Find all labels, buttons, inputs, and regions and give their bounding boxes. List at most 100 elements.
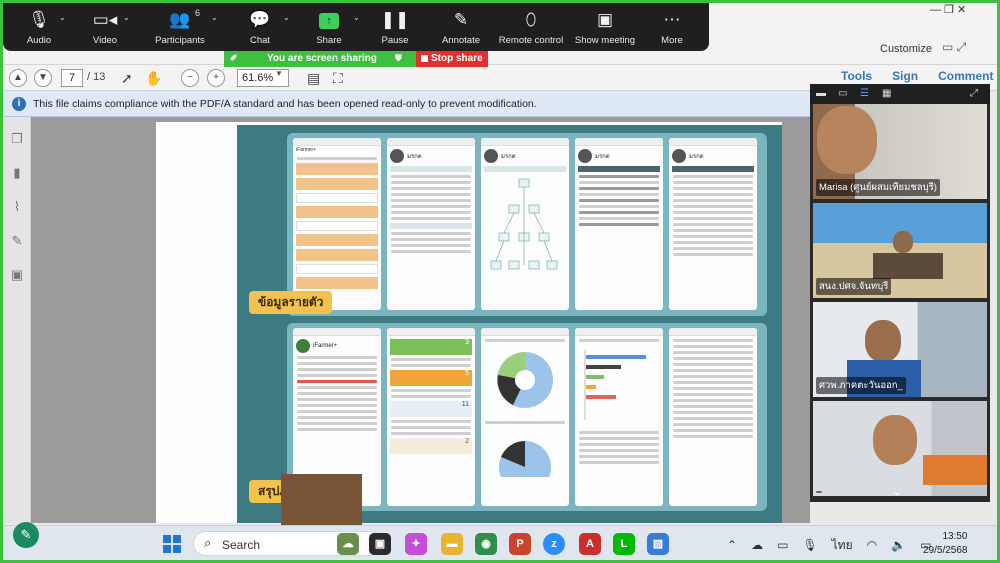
bookmark-icon[interactable]: ▮ — [9, 165, 25, 181]
sign-link[interactable]: Sign — [892, 69, 918, 83]
video-tile[interactable] — [813, 401, 987, 496]
participant-face — [893, 231, 913, 253]
task-view-icon[interactable]: ▣ — [369, 533, 391, 555]
pie-chart-graphic — [497, 352, 553, 408]
layers-icon[interactable]: ▣ — [9, 267, 25, 283]
windows-taskbar: ⌕ Search ☁ ▣ ✦ ▬ ◉ P z A L ▧ ⌃ ☁ ▭ 🎙 ไทย ◠ 🔈 ▭ … — [3, 525, 997, 560]
attachment-icon[interactable]: ⌇ — [9, 199, 25, 215]
fit-page-icon[interactable]: ▤ — [307, 70, 320, 87]
info-icon: i — [12, 97, 26, 111]
comment-link[interactable]: Comment — [938, 69, 993, 83]
fullscreen-icon[interactable]: ⛶ — [333, 70, 343, 87]
weather-widget-icon[interactable]: ☁ — [337, 533, 359, 555]
video-tile[interactable]: Marisa (ศูนย์ผสมเทียมชลบุรี) — [813, 104, 987, 199]
tools-link[interactable]: Tools — [841, 69, 872, 83]
chevron-up-icon[interactable]: ⌄ — [283, 13, 290, 22]
chevron-up-icon[interactable]: ⌄ — [59, 13, 66, 22]
window-controls[interactable]: — ❐ ✕ — [930, 3, 966, 16]
chevron-down-icon[interactable]: ⌄ — [892, 484, 902, 498]
gallery-view-icon[interactable]: ▦ — [882, 88, 894, 99]
stop-icon — [421, 54, 428, 62]
powerpoint-icon[interactable]: P — [509, 533, 531, 555]
phone-screen-pedigree: มรกต — [481, 138, 569, 310]
acrobat-icon[interactable]: A — [579, 533, 601, 555]
gallery-header: ▬ ▭ ☰ ▦ ⤢ — [810, 84, 990, 104]
sharing-status-text: You are screen sharing — [267, 53, 377, 64]
prev-page-icon[interactable]: ▲ — [9, 69, 27, 87]
chevron-up-icon[interactable]: ⌄ — [211, 13, 218, 22]
participant-name: Marisa (ศูนย์ผสมเทียมชลบุรี) — [816, 179, 940, 196]
clock[interactable]: 13:50 29/5/2568 — [923, 530, 968, 558]
document-area[interactable]: iFarmer+ มรกต มรกต มรกต มรกต ข้อมูลรายตั… — [31, 117, 810, 528]
page-number-input[interactable]: 7 — [61, 69, 83, 87]
pdf-page: iFarmer+ มรกต มรกต มรกต มรกต ข้อมูลรายตั… — [156, 122, 782, 528]
remote-control-button[interactable]: ⬯ Remote control — [496, 7, 566, 46]
phone-screen: มรกต — [669, 138, 757, 310]
participant-face — [865, 320, 901, 362]
chrome-icon[interactable]: ◉ — [475, 533, 497, 555]
pause-button[interactable]: ❚❚ Pause — [360, 7, 430, 46]
zoom-app-icon[interactable]: z — [543, 533, 565, 555]
line-app-icon[interactable]: L — [613, 533, 635, 555]
system-tray: ⌃ ☁ ▭ 🎙 ไทย ◠ 🔈 ▭ — [727, 536, 945, 555]
cast-icon[interactable]: ▭ — [777, 538, 788, 552]
next-page-icon[interactable]: ▼ — [34, 69, 52, 87]
pen-icon: ✎ — [453, 10, 469, 29]
annotate-button[interactable]: ✎ Annotate — [426, 7, 496, 46]
chevron-down-icon[interactable]: ▼ — [275, 69, 283, 78]
show-meeting-button[interactable]: ▣ Show meeting — [570, 7, 640, 46]
expand-icon[interactable]: ▭ ⤢ — [942, 40, 966, 55]
phone-screen: มรกต — [387, 138, 475, 310]
chevron-up-icon[interactable]: ⌄ — [123, 13, 130, 22]
shield-icon: ⛊ — [395, 53, 402, 63]
strip-view-icon[interactable]: ☰ — [860, 88, 872, 99]
farmer-name: มรกต — [501, 154, 516, 160]
chevron-up-icon[interactable]: ⌃ — [727, 538, 737, 552]
share-screen-icon: ↑ — [319, 12, 339, 29]
hand-tool-icon[interactable]: ✋ — [145, 70, 162, 87]
individual-data-panel: iFarmer+ มรกต มรกต มรกต มรกต — [287, 133, 767, 316]
windows-start-icon[interactable] — [163, 535, 181, 553]
slide: iFarmer+ มรกต มรกต มรกต มรกต ข้อมูลรายตั… — [237, 125, 782, 523]
participants-icon: 👥 — [169, 10, 191, 29]
zoom-out-icon[interactable]: − — [181, 69, 199, 87]
copilot-icon[interactable]: ✦ — [405, 533, 427, 555]
tools-links: Tools Sign Comment — [841, 69, 1000, 83]
video-tile[interactable]: สนง.ปศจ.จันทบุรี — [813, 203, 987, 298]
photos-app-icon[interactable]: ▧ — [647, 533, 669, 555]
mouse-icon: ⬯ — [525, 10, 537, 29]
phone-table-screen — [669, 328, 757, 506]
zoom-in-icon[interactable]: + — [207, 69, 225, 87]
page-total: / 13 — [87, 71, 106, 83]
expand-icon[interactable]: ⤢ — [970, 88, 982, 99]
pie-chart-graphic-2 — [499, 441, 551, 493]
info-message: This file claims compliance with the PDF… — [33, 98, 537, 110]
wifi-icon[interactable]: ◠ — [867, 538, 877, 552]
volume-icon[interactable]: 🔈 — [891, 538, 906, 552]
network-icon[interactable]: ☁ — [751, 538, 763, 552]
screen-sharing-banner[interactable]: ✐ You are screen sharing ⛊ — [224, 51, 416, 67]
participants-button[interactable]: 👥 Participants — [145, 7, 215, 46]
participant-face — [817, 106, 877, 174]
signature-icon[interactable]: ✎ — [9, 233, 25, 249]
clock-time: 13:50 — [942, 531, 968, 542]
minimize-icon[interactable]: ▬ — [816, 88, 828, 99]
farmer-name: มรกต — [407, 154, 422, 160]
microphone-icon[interactable]: 🎙 — [802, 538, 817, 552]
stop-share-button[interactable]: Stop share — [416, 51, 488, 67]
pdfa-info-bar: i This file claims compliance with the P… — [3, 91, 813, 117]
language-indicator[interactable]: ไทย — [832, 538, 853, 552]
select-cursor-icon[interactable]: ➚ — [121, 70, 133, 87]
stat-value: 5 — [390, 370, 472, 386]
pages-icon[interactable]: ❐ — [9, 131, 25, 147]
participants-count: 6 — [195, 8, 201, 18]
navigation-panel: ❐ ▮ ⌇ ✎ ▣ — [3, 117, 31, 523]
participant-name: ศวพ.ภาคตะวันออก_ — [816, 377, 906, 394]
video-tile[interactable]: ศวพ.ภาคตะวันออก_ — [813, 302, 987, 397]
file-explorer-icon[interactable]: ▬ — [441, 533, 463, 555]
customize-button[interactable]: Customize — [880, 43, 932, 55]
more-button[interactable]: ⋯ More — [637, 7, 707, 46]
chevron-up-icon[interactable]: ⌄ — [353, 13, 360, 22]
speaker-view-icon[interactable]: ▭ — [838, 88, 850, 99]
edit-pen-icon[interactable]: ✎ — [13, 522, 39, 548]
